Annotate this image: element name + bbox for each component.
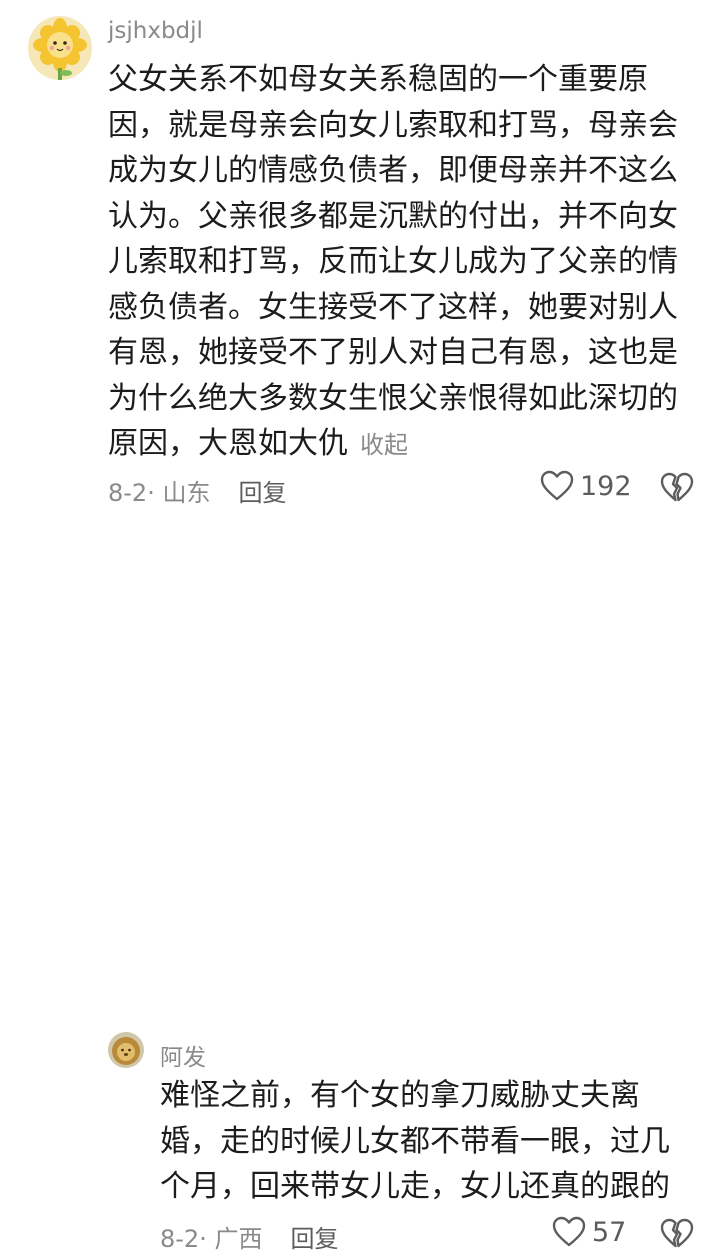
comment-line: 有恩，她接受不了别人对自己有恩，这也是	[108, 335, 678, 370]
comment-line: 因，就是母亲会向女儿索取和打骂，母亲会	[108, 107, 678, 143]
username[interactable]: 阿发	[160, 1038, 206, 1072]
comment-line: 原因，大恩如大仇	[108, 426, 348, 461]
like-button[interactable]: 57	[552, 1216, 626, 1248]
reply-comment: 阿发 难怪之前，有个女的拿刀威胁丈夫离 婚，走的时候儿女都不带看一眼，过几 个月…	[0, 510, 720, 1253]
comment-text: 父女关系不如母女关系稳固的一个重要原 因，就是母亲会向女儿索取和打骂，母亲会 成…	[108, 57, 698, 469]
heart-icon	[552, 1216, 586, 1247]
broken-heart-icon	[660, 472, 694, 502]
dislike-button[interactable]	[660, 472, 694, 504]
comment-line: 父女关系不如母女关系稳固的一个重要原	[108, 62, 648, 97]
reply-button[interactable]: 回复	[238, 479, 286, 507]
sunflower-avatar[interactable]	[28, 16, 92, 80]
like-button[interactable]: 192	[540, 470, 632, 502]
date-location: 8-2· 山东	[108, 479, 211, 507]
comment-line: 儿索取和打骂，反而让女儿成为了父亲的情	[108, 244, 678, 279]
comment-line: 个月，回来带女儿走，女儿还真的跟的	[160, 1169, 670, 1204]
comment-last-line: 原因，大恩如大仇 收起	[108, 421, 698, 469]
comment-meta: 8-2· 广西 回复	[160, 1219, 338, 1254]
comment-meta: 8-2· 山东 回复	[108, 473, 286, 508]
comment-line: 认为。父亲很多都是沉默的付出，并不向女	[108, 198, 678, 234]
date-location: 8-2· 广西	[160, 1225, 263, 1253]
lion-avatar-icon	[108, 1032, 144, 1068]
reply-button[interactable]: 回复	[290, 1225, 338, 1253]
comment-line: 难怪之前，有个女的拿刀威胁丈夫离	[160, 1078, 640, 1113]
comment: jsjhxbdjl 父女关系不如母女关系稳固的一个重要原 因，就是母亲会向女儿索…	[0, 0, 720, 510]
comment-line: 婚，走的时候儿女都不带看一眼，过几	[160, 1123, 670, 1159]
sunflower-avatar-icon	[28, 16, 92, 80]
comment-line: 感负债者。女生接受不了这样，她要对别人	[108, 289, 678, 325]
comment-line: 成为女儿的情感负债者，即便母亲并不这么	[108, 153, 678, 188]
like-count: 57	[592, 1216, 627, 1248]
username[interactable]: jsjhxbdjl	[108, 18, 203, 44]
comment-line: 为什么绝大多数女生恨父亲恨得如此深切的	[108, 380, 678, 416]
like-count: 192	[580, 470, 632, 502]
dislike-button[interactable]	[660, 1218, 694, 1250]
heart-icon	[540, 470, 574, 501]
comment-text: 难怪之前，有个女的拿刀威胁丈夫离 婚，走的时候儿女都不带看一眼，过几 个月，回来…	[160, 1073, 695, 1210]
broken-heart-icon	[660, 1218, 694, 1248]
collapse-button[interactable]: 收起	[360, 431, 408, 459]
lion-avatar[interactable]	[108, 1032, 144, 1068]
